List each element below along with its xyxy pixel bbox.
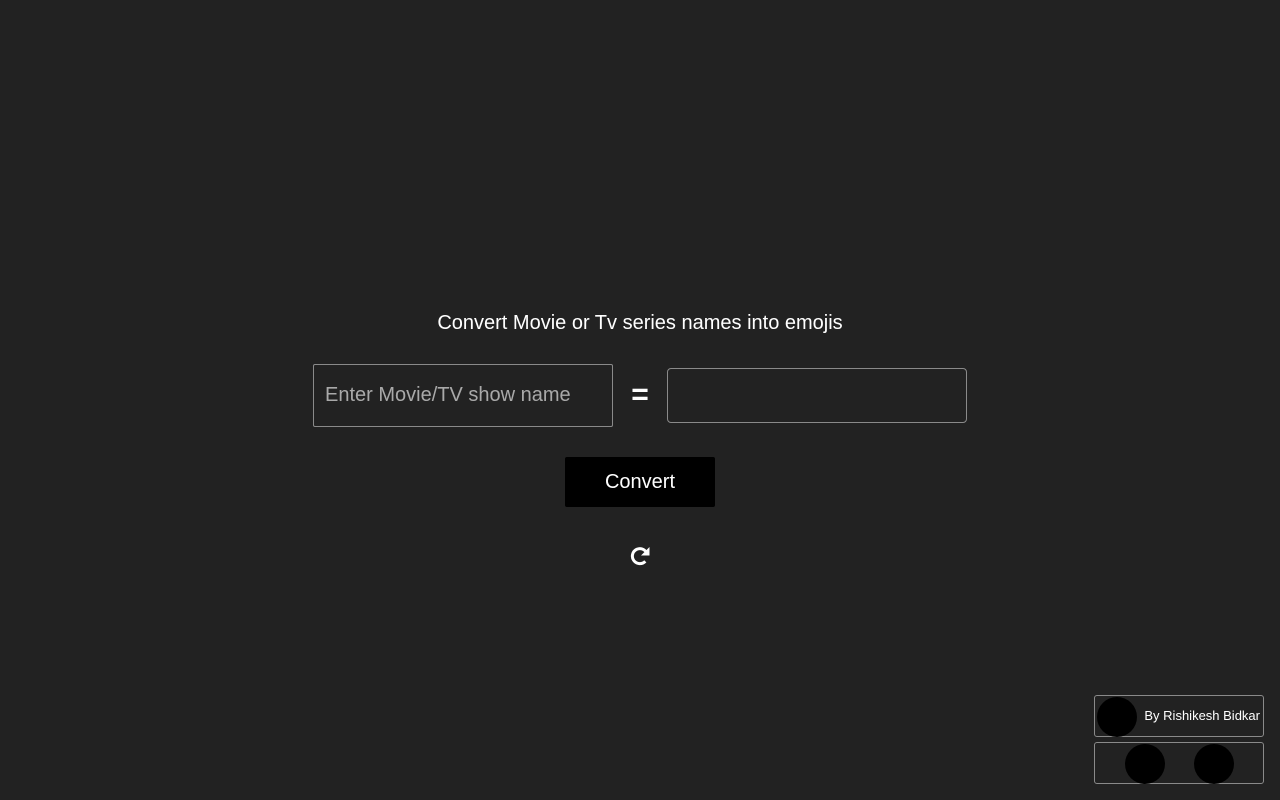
author-avatar bbox=[1097, 697, 1137, 737]
refresh-icon bbox=[630, 547, 650, 566]
page-heading: Convert Movie or Tv series names into em… bbox=[437, 312, 843, 334]
social-links bbox=[1094, 742, 1264, 784]
social-link-icon[interactable] bbox=[1194, 744, 1234, 784]
equals-sign: = bbox=[631, 378, 649, 411]
author-credit-card: By Rishikesh Bidkar bbox=[1094, 695, 1264, 737]
author-credit-text: By Rishikesh Bidkar bbox=[1144, 708, 1260, 723]
reset-button[interactable] bbox=[626, 542, 654, 570]
page: Convert Movie or Tv series names into em… bbox=[0, 0, 1280, 800]
convert-button[interactable]: Convert bbox=[565, 457, 715, 507]
social-link-icon[interactable] bbox=[1125, 744, 1165, 784]
movie-name-input[interactable] bbox=[313, 364, 613, 427]
emoji-output-field[interactable] bbox=[667, 368, 967, 423]
